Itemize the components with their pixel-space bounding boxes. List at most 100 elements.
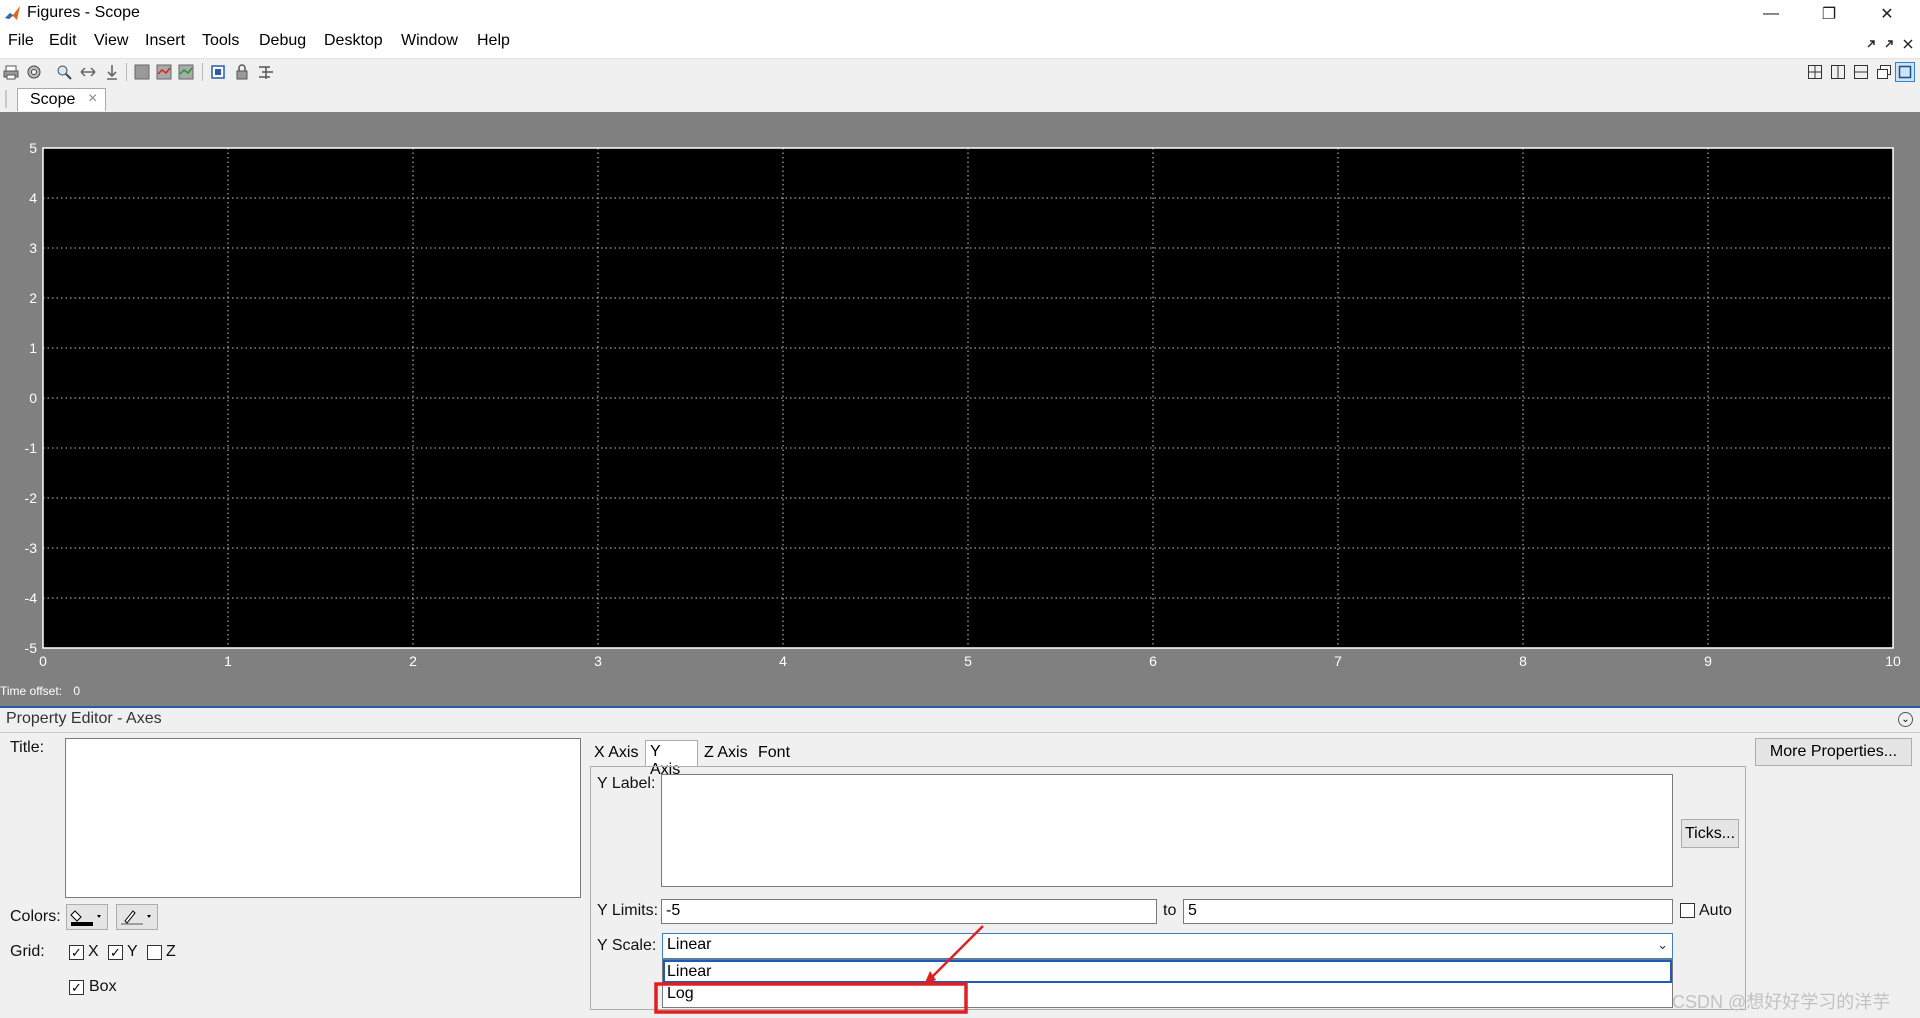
- x-tick-label: 0: [39, 653, 47, 669]
- y-label-field[interactable]: [661, 774, 1673, 887]
- data-cursor-icon[interactable]: [104, 64, 120, 80]
- x-tick-label: 10: [1885, 653, 1901, 669]
- x-tick-label: 2: [409, 653, 417, 669]
- matlab-logo-icon: [4, 5, 21, 22]
- title-field[interactable]: [65, 738, 581, 898]
- option-log[interactable]: Log: [667, 985, 694, 1003]
- menu-help[interactable]: Help: [477, 32, 510, 50]
- scale-y-icon[interactable]: [178, 64, 194, 80]
- x-tick-label: 4: [779, 653, 787, 669]
- box-checkbox[interactable]: ✓: [69, 980, 84, 995]
- grid-z-checkbox[interactable]: [147, 945, 162, 960]
- tab-z-axis[interactable]: Z Axis: [700, 742, 752, 766]
- chevron-down-icon[interactable]: ⌄: [1657, 937, 1668, 953]
- y-tick-label: -2: [25, 490, 38, 506]
- y-scale-label: Y Scale:: [597, 937, 657, 954]
- tab-scope[interactable]: Scope ×: [17, 88, 106, 111]
- tab-x-axis[interactable]: X Axis: [590, 742, 643, 766]
- ticks-button[interactable]: Ticks...: [1681, 819, 1739, 848]
- grid-label: Grid:: [10, 943, 45, 960]
- layout-rows-icon[interactable]: [1853, 64, 1869, 80]
- menu-window[interactable]: Window: [401, 32, 458, 50]
- layout-columns-icon[interactable]: [1830, 64, 1846, 80]
- collapse-panel-icon[interactable]: ⌄: [1898, 712, 1913, 727]
- y-limits-label: Y Limits:: [597, 902, 659, 919]
- more-properties-button[interactable]: More Properties...: [1755, 738, 1912, 766]
- print-icon[interactable]: [3, 64, 19, 80]
- x-tick-label: 6: [1149, 653, 1157, 669]
- line-color-button[interactable]: [116, 904, 158, 930]
- scale-x-icon[interactable]: [156, 64, 172, 80]
- y-limits-to-label: to: [1163, 902, 1177, 919]
- grid-x-checkbox[interactable]: ✓: [69, 945, 84, 960]
- y-tick-label: 0: [29, 390, 37, 406]
- title-label: Title:: [10, 739, 45, 756]
- tab-font[interactable]: Font: [754, 742, 796, 766]
- layout-float-icon[interactable]: [1876, 64, 1892, 80]
- background-color-button[interactable]: [66, 904, 108, 930]
- layout-single-icon[interactable]: [1895, 62, 1915, 82]
- tab-close-icon[interactable]: ×: [88, 90, 97, 108]
- auto-limits-label: Auto: [1699, 902, 1732, 919]
- signal-selector-icon[interactable]: [258, 64, 274, 80]
- document-tab-bar: Scope ×: [0, 86, 1920, 112]
- settings-icon[interactable]: [26, 64, 42, 80]
- colors-label: Colors:: [10, 908, 61, 925]
- x-tick-label: 9: [1704, 653, 1712, 669]
- menu-file[interactable]: File: [8, 32, 34, 50]
- option-linear[interactable]: Linear: [663, 960, 1672, 983]
- y-scale-select[interactable]: Linear ⌄: [662, 933, 1673, 959]
- zoom-in-icon[interactable]: [56, 64, 72, 80]
- time-offset-value: 0: [73, 684, 81, 698]
- tab-grip: [5, 90, 7, 108]
- undock-controls-icon[interactable]: [1866, 37, 1916, 49]
- y-scale-dropdown-list: Linear Log: [662, 959, 1673, 1008]
- y-limit-min-field[interactable]: -5: [661, 899, 1157, 924]
- y-tick-label: -3: [25, 540, 38, 556]
- menu-edit[interactable]: Edit: [49, 32, 77, 50]
- time-offset-label: Time offset:: [0, 684, 63, 698]
- y-tick-label: -5: [25, 640, 38, 656]
- figure-area: 0 1 2 3 4 5 6 7 8 9 10 5 4 3 2 1 0 -1 -2 -3 -4 -5 Time offse…: [0, 112, 1920, 706]
- pan-icon[interactable]: [80, 64, 96, 80]
- menu-view[interactable]: View: [94, 32, 128, 50]
- box-label: Box: [89, 978, 117, 995]
- grid-y-label: Y: [127, 943, 138, 960]
- tab-scope-label: Scope: [30, 91, 76, 108]
- y-limit-max-field[interactable]: 5: [1183, 899, 1673, 924]
- restore-button[interactable]: ❐: [1800, 0, 1858, 28]
- y-tick-label: 3: [29, 240, 37, 256]
- x-tick-label: 1: [224, 653, 232, 669]
- grid-y-checkbox[interactable]: ✓: [108, 945, 123, 960]
- minimize-button[interactable]: —: [1742, 0, 1800, 28]
- layout-grid-icon[interactable]: [1807, 64, 1823, 80]
- plot-background: [43, 148, 1893, 648]
- auto-limits-checkbox[interactable]: [1680, 903, 1695, 918]
- y-tick-label: -4: [25, 590, 38, 606]
- tab-y-axis[interactable]: Y Axis: [645, 740, 698, 778]
- menu-insert[interactable]: Insert: [145, 32, 185, 50]
- property-editor-header: Property Editor - Axes: [6, 710, 162, 727]
- menu-debug[interactable]: Debug: [259, 32, 306, 50]
- title-bar: Figures - Scope — ❐ ✕: [0, 0, 1920, 28]
- menu-desktop[interactable]: Desktop: [324, 32, 383, 50]
- toolbar: [0, 58, 1920, 88]
- grid-x-label: X: [88, 943, 99, 960]
- header-divider: [0, 732, 1920, 733]
- y-tick-label: 4: [29, 190, 37, 206]
- x-tick-label: 5: [964, 653, 972, 669]
- toolbar-separator: [202, 63, 203, 81]
- y-tick-label: 1: [29, 340, 37, 356]
- save-axes-settings-icon[interactable]: [210, 64, 226, 80]
- x-tick-label: 7: [1334, 653, 1342, 669]
- close-window-button[interactable]: ✕: [1858, 0, 1916, 28]
- y-tick-label: 5: [29, 140, 37, 156]
- window-title: Figures - Scope: [27, 4, 140, 21]
- grid-z-label: Z: [166, 943, 176, 960]
- lock-icon[interactable]: [234, 64, 250, 80]
- paint-bucket-icon: [70, 910, 101, 926]
- x-tick-labels: 0 1 2 3 4 5 6 7 8 9 10: [39, 653, 1901, 669]
- menu-tools[interactable]: Tools: [202, 32, 239, 50]
- scope-plot[interactable]: 0 1 2 3 4 5 6 7 8 9 10 543210-1-2-3-4-5: [0, 112, 1920, 680]
- scale-axes-icon[interactable]: [134, 64, 150, 80]
